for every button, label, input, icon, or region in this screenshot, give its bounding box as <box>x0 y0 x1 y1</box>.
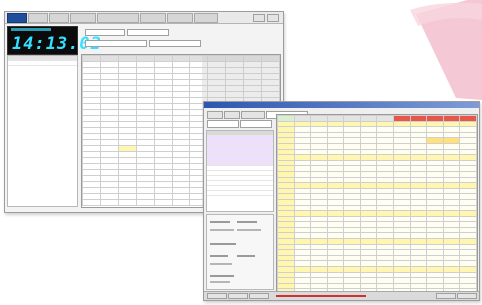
status-button[interactable] <box>249 293 269 299</box>
control-field[interactable] <box>240 120 272 128</box>
tab[interactable] <box>140 13 166 23</box>
control-field[interactable] <box>85 29 125 36</box>
status-bar <box>204 291 479 300</box>
toolbar-button[interactable] <box>241 111 265 119</box>
tab-bar <box>5 12 283 24</box>
toolbar-button[interactable] <box>224 111 240 119</box>
close-button[interactable] <box>267 14 279 22</box>
summary-line <box>237 221 257 223</box>
summary-line <box>210 263 232 265</box>
member-list-panel[interactable] <box>206 130 274 212</box>
summary-line <box>237 255 255 257</box>
tab[interactable] <box>167 13 193 23</box>
tab[interactable] <box>97 13 139 23</box>
tab[interactable] <box>49 13 69 23</box>
control-field[interactable] <box>207 120 239 128</box>
screenshot-window-attendance <box>203 101 480 301</box>
status-button[interactable] <box>436 293 456 299</box>
tab[interactable] <box>28 13 48 23</box>
summary-panel <box>206 214 274 290</box>
summary-line <box>210 243 236 245</box>
control-field[interactable] <box>127 29 169 36</box>
toolbar-button[interactable] <box>207 111 223 119</box>
attendance-grid[interactable] <box>276 114 478 292</box>
control-field[interactable] <box>85 40 147 47</box>
tab[interactable] <box>194 13 218 23</box>
status-alert-line <box>276 295 366 297</box>
summary-line <box>237 229 261 231</box>
status-button[interactable] <box>228 293 248 299</box>
control-field[interactable] <box>149 40 201 47</box>
status-button[interactable] <box>207 293 227 299</box>
summary-line <box>210 221 230 223</box>
list-item[interactable] <box>207 191 273 196</box>
summary-line <box>210 255 228 257</box>
tab-active[interactable] <box>7 13 27 23</box>
status-button[interactable] <box>457 293 477 299</box>
summary-line <box>210 281 230 283</box>
summary-line <box>210 229 234 231</box>
clock-label-bar <box>11 28 51 31</box>
summary-line <box>210 275 234 277</box>
window-control-button[interactable] <box>253 14 265 22</box>
employee-list-panel[interactable] <box>7 55 78 207</box>
title-bar <box>204 102 479 108</box>
tab[interactable] <box>70 13 96 23</box>
digital-clock: 14:13.02 <box>7 26 101 55</box>
attendance-table <box>277 115 477 291</box>
list-item[interactable] <box>8 61 77 66</box>
